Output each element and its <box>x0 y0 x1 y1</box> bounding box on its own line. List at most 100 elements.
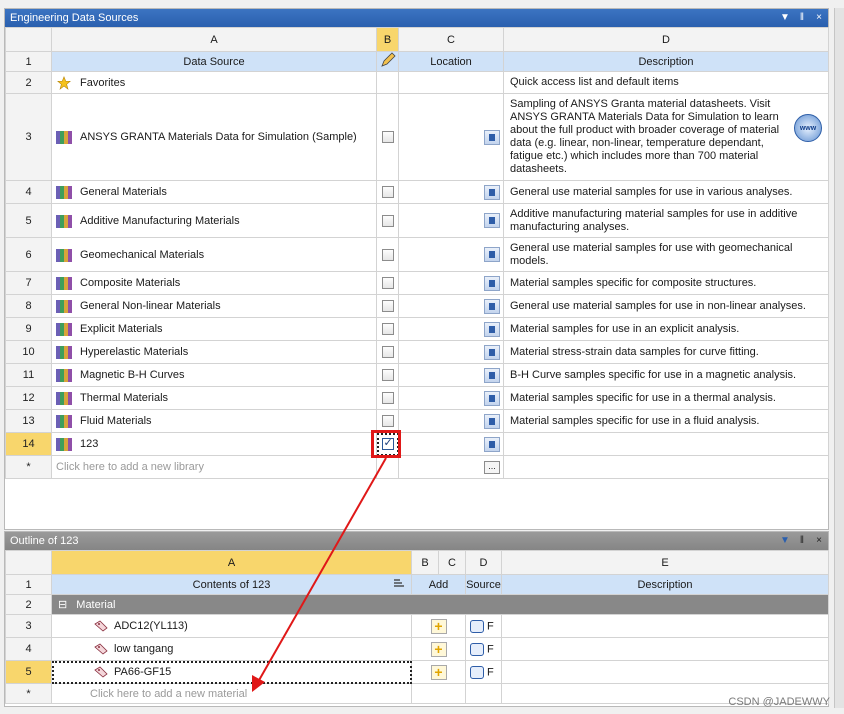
library-icon <box>56 323 72 336</box>
enable-cell[interactable] <box>376 93 399 181</box>
row-number: 4 <box>5 637 52 661</box>
enable-checkbox[interactable] <box>381 186 394 199</box>
sort-icon[interactable] <box>393 578 405 590</box>
location-browse-icon[interactable] <box>484 321 500 337</box>
enable-cell[interactable] <box>376 363 399 387</box>
col-b-header[interactable]: B <box>411 550 439 575</box>
library-row[interactable]: Hyperelastic Materials <box>51 340 377 364</box>
enable-checkbox[interactable] <box>381 415 394 428</box>
col-d-header[interactable]: D <box>503 27 829 52</box>
location-cell[interactable]: ... <box>398 455 504 479</box>
close-icon[interactable]: × <box>814 9 824 27</box>
col-b-header[interactable]: B <box>376 27 399 52</box>
www-icon[interactable]: www <box>794 114 822 142</box>
location-cell[interactable] <box>398 271 504 295</box>
location-cell <box>398 71 504 94</box>
location-browse-icon[interactable] <box>484 275 500 291</box>
location-cell[interactable] <box>398 317 504 341</box>
collapse-icon[interactable]: ⊟ <box>58 599 67 611</box>
library-row[interactable]: Magnetic B-H Curves <box>51 363 377 387</box>
enable-cell[interactable] <box>376 203 399 238</box>
col-a-header[interactable]: A <box>51 27 377 52</box>
location-cell[interactable] <box>398 363 504 387</box>
add-plus-icon[interactable]: + <box>430 664 447 680</box>
material-row-selected[interactable]: PA66-GF15 <box>51 660 412 684</box>
col-c-header[interactable]: C <box>398 27 504 52</box>
material-row[interactable]: low tangang <box>51 637 412 661</box>
save-icon[interactable] <box>484 436 500 452</box>
add-material-placeholder[interactable]: Click here to add a new material <box>51 683 412 704</box>
location-browse-icon[interactable] <box>484 213 500 228</box>
close-icon[interactable]: × <box>814 532 824 550</box>
location-cell[interactable] <box>398 432 504 456</box>
enable-checkbox[interactable] <box>381 277 394 290</box>
location-cell[interactable] <box>398 237 504 272</box>
enable-checkbox[interactable] <box>381 369 394 382</box>
material-row[interactable]: ADC12(YL113) <box>51 614 412 638</box>
edit-pencil-icon <box>376 51 399 72</box>
source-text: F <box>487 619 494 632</box>
library-row[interactable]: Geomechanical Materials <box>51 237 377 272</box>
location-cell[interactable] <box>398 409 504 433</box>
library-row-favorites[interactable]: Favorites <box>51 71 377 94</box>
library-row[interactable]: Additive Manufacturing Materials <box>51 203 377 238</box>
add-cell[interactable]: + <box>411 614 466 638</box>
enable-cell[interactable] <box>376 340 399 364</box>
col-a-header[interactable]: A <box>51 550 412 575</box>
location-cell[interactable] <box>398 93 504 181</box>
add-plus-icon[interactable]: + <box>430 641 447 657</box>
location-cell[interactable] <box>398 203 504 238</box>
enable-checkbox[interactable] <box>381 392 394 405</box>
location-browse-icon[interactable] <box>484 298 500 314</box>
enable-cell[interactable] <box>376 294 399 318</box>
enable-cell[interactable] <box>376 317 399 341</box>
library-row[interactable]: Thermal Materials <box>51 386 377 410</box>
library-row[interactable]: Composite Materials <box>51 271 377 295</box>
location-cell[interactable] <box>398 294 504 318</box>
browse-ellipsis-button[interactable]: ... <box>484 461 500 474</box>
source-cell[interactable]: F <box>465 614 502 638</box>
enable-cell <box>376 71 399 94</box>
source-cell[interactable]: F <box>465 660 502 684</box>
location-browse-icon[interactable] <box>484 367 500 383</box>
add-cell[interactable]: + <box>411 637 466 661</box>
enable-checkbox[interactable] <box>381 300 394 313</box>
col-e-header[interactable]: E <box>501 550 829 575</box>
location-browse-icon[interactable] <box>484 247 500 262</box>
col-c-header[interactable]: C <box>438 550 466 575</box>
source-cell[interactable]: F <box>465 637 502 661</box>
material-group-row[interactable]: ⊟ Material <box>51 594 829 615</box>
enable-cell[interactable] <box>376 237 399 272</box>
library-row[interactable]: Fluid Materials <box>51 409 377 433</box>
location-browse-icon[interactable] <box>484 344 500 360</box>
pin-icon[interactable]: ‖ <box>797 9 807 27</box>
dropdown-icon[interactable]: ▼ <box>780 532 790 550</box>
pin-icon[interactable]: ‖ <box>797 532 807 550</box>
library-row[interactable]: General Non-linear Materials <box>51 294 377 318</box>
location-cell[interactable] <box>398 340 504 364</box>
enable-checkbox[interactable] <box>381 323 394 336</box>
dropdown-icon[interactable]: ▼ <box>780 9 790 27</box>
enable-checkbox[interactable] <box>381 131 394 144</box>
location-browse-icon[interactable] <box>484 413 500 429</box>
library-row-123[interactable]: 123 <box>51 432 377 456</box>
location-cell[interactable] <box>398 386 504 410</box>
col-d-header[interactable]: D <box>465 550 502 575</box>
location-cell[interactable] <box>398 180 504 204</box>
enable-cell[interactable] <box>376 386 399 410</box>
library-row[interactable]: Explicit Materials <box>51 317 377 341</box>
library-row[interactable]: ANSYS GRANTA Materials Data for Simulati… <box>51 93 377 181</box>
enable-checkbox[interactable] <box>381 214 394 227</box>
add-library-placeholder[interactable]: Click here to add a new library <box>51 455 377 479</box>
enable-checkbox[interactable] <box>381 346 394 359</box>
enable-checkbox[interactable] <box>381 248 394 261</box>
add-plus-icon[interactable]: + <box>430 618 447 634</box>
add-cell[interactable]: + <box>411 660 466 684</box>
enable-cell[interactable] <box>376 271 399 295</box>
location-browse-icon[interactable] <box>484 184 500 200</box>
panel-titlebar: Engineering Data Sources ▼ ‖ × <box>5 9 828 27</box>
location-browse-icon[interactable] <box>484 129 500 145</box>
library-row[interactable]: General Materials <box>51 180 377 204</box>
enable-cell[interactable] <box>376 180 399 204</box>
location-browse-icon[interactable] <box>484 390 500 406</box>
